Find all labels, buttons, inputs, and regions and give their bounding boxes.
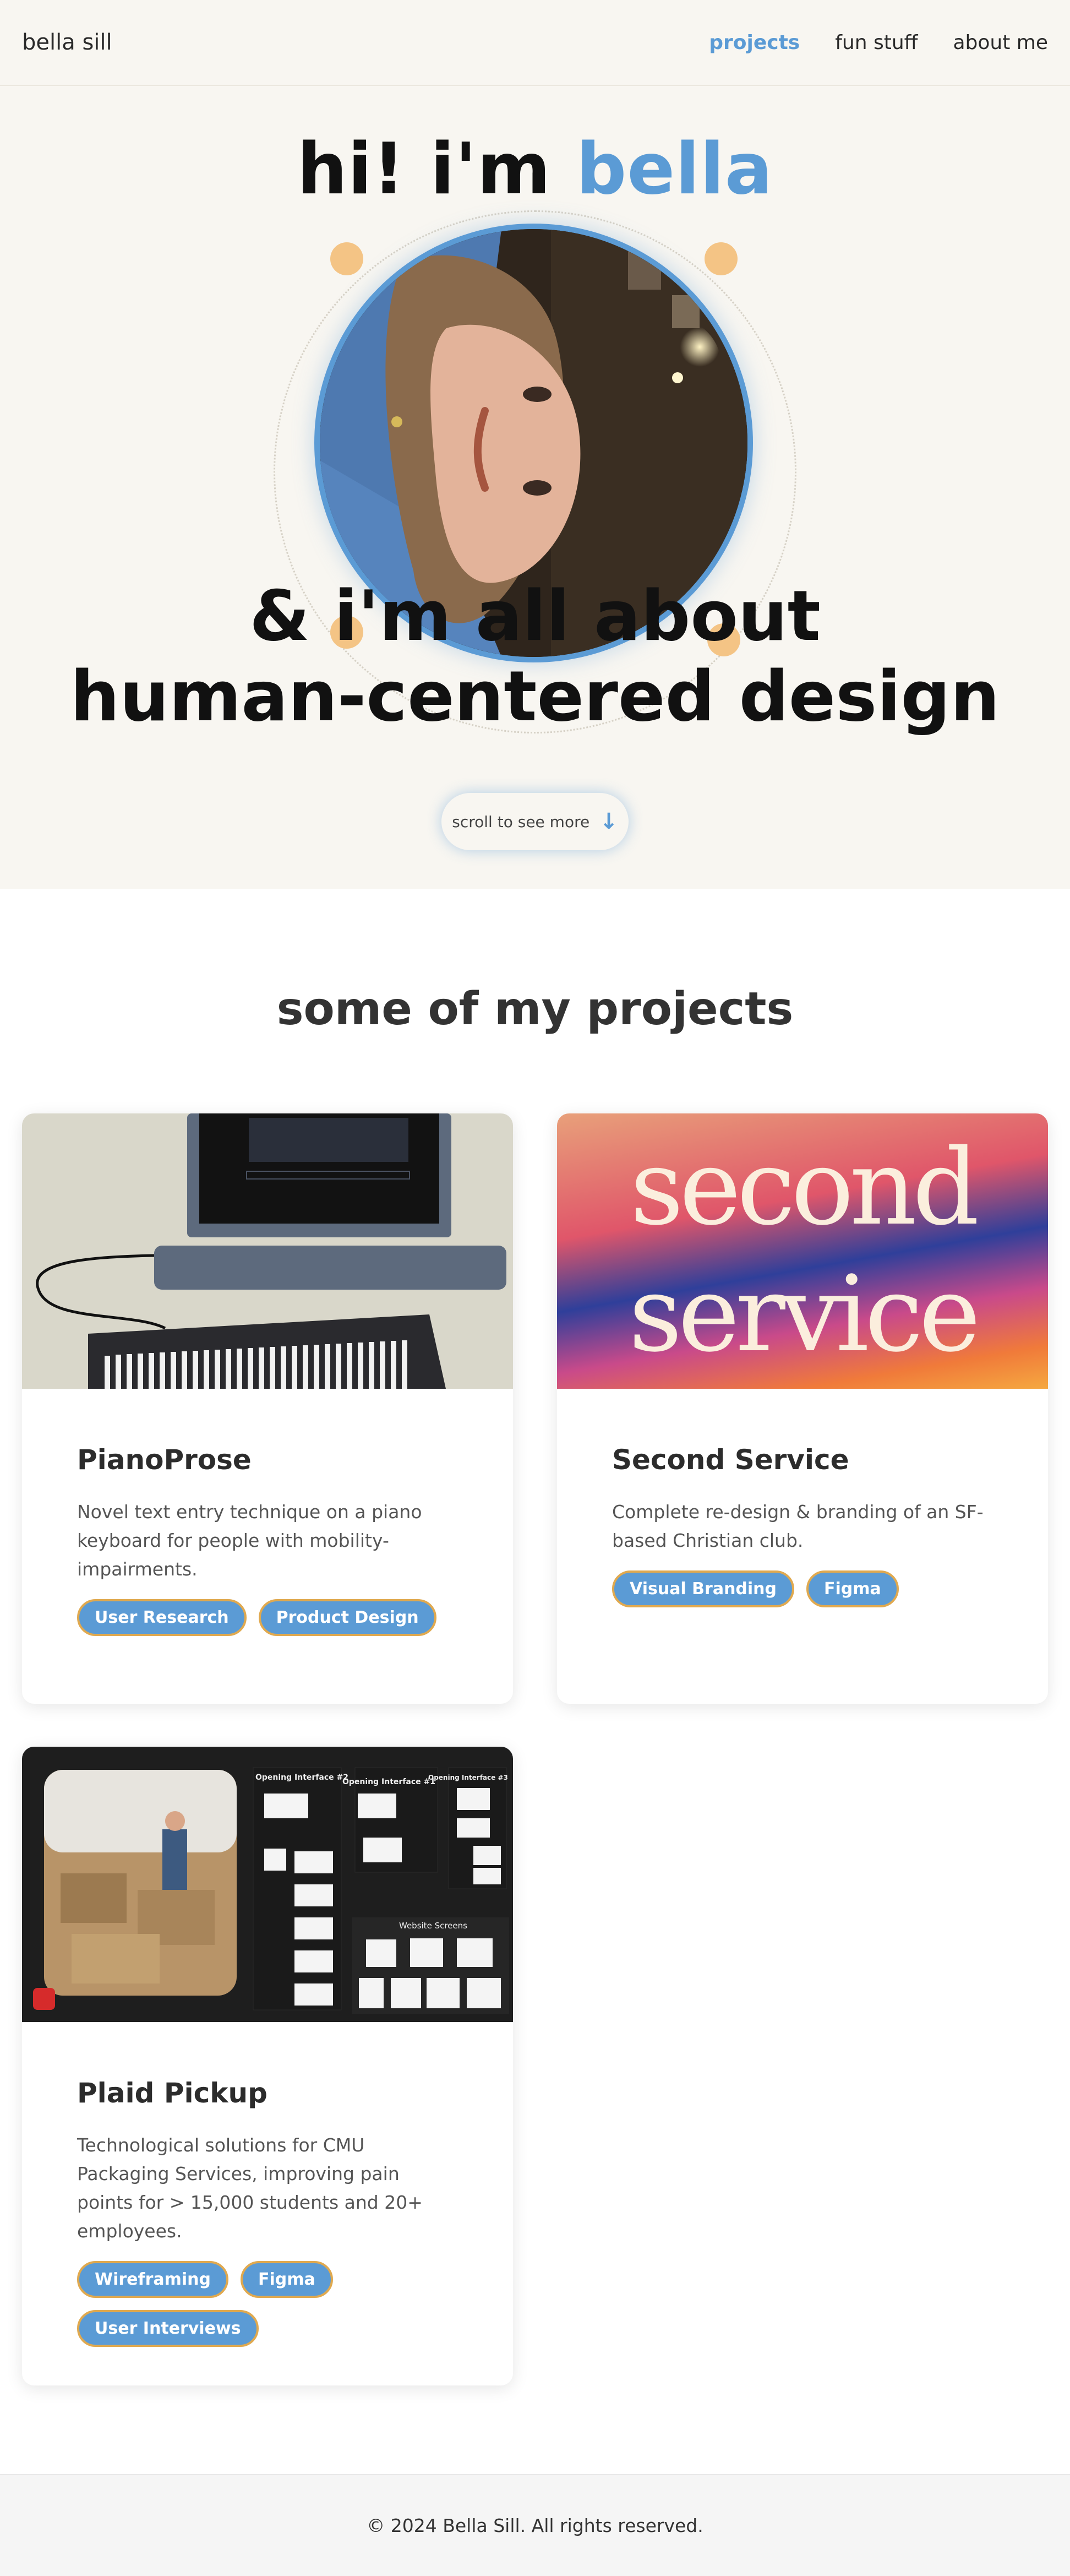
scroll-label: scroll to see more [452, 812, 590, 831]
hero-name: bella [576, 128, 773, 210]
card-body: Plaid Pickup Technological solutions for… [22, 2022, 513, 2347]
top-nav: bella sill projects fun stuff about me [0, 0, 1070, 86]
project-image-second-service: second service [557, 1113, 1048, 1389]
hero-heading: hi! i'm bella [0, 134, 1070, 205]
card-description: Technological solutions for CMU Packagin… [77, 2134, 423, 2242]
tag-badge: Wireframing [77, 2261, 228, 2298]
nav-link-fun-stuff[interactable]: fun stuff [835, 31, 918, 54]
card-description: Complete re-design & branding of an SF-b… [612, 1501, 984, 1551]
second-service-wordmark: second service [629, 1127, 981, 1375]
tag-badge: Product Design [258, 1599, 436, 1636]
decorative-dot [705, 242, 738, 275]
tagline-line-1: & i'm all about [249, 575, 821, 656]
svg-text:Opening Interface #1: Opening Interface #1 [342, 1778, 435, 1786]
arrow-down-icon: ↓ [599, 809, 618, 834]
tag-list: Wireframing Figma User Interviews [77, 2261, 407, 2347]
tag-list: User Research Product Design [77, 1599, 458, 1636]
project-card-second-service[interactable]: second service Second Service Complete r… [557, 1113, 1048, 1704]
card-title: PianoProse [77, 1444, 252, 1476]
decorative-dot [330, 242, 363, 275]
brand-logo[interactable]: bella sill [22, 30, 112, 55]
project-image-pianoprose [22, 1113, 513, 1389]
hero-tagline: & i'm all about human-centered design [0, 576, 1070, 737]
svg-text:Website Screens: Website Screens [399, 1921, 467, 1931]
svg-text:Opening Interface #3: Opening Interface #3 [428, 1774, 508, 1781]
nav-link-projects[interactable]: projects [709, 31, 800, 54]
nav-links: projects fun stuff about me [709, 31, 1048, 54]
card-body: PianoProse Novel text entry technique on… [22, 1389, 513, 1636]
tag-badge: Figma [806, 1570, 899, 1607]
scroll-down-button[interactable]: scroll to see more ↓ [441, 793, 629, 850]
hero-section: hi! i'm bella & i'm all about human-cent… [0, 86, 1070, 889]
tagline-line-2: human-centered design [70, 656, 1000, 737]
copyright-text: © 2024 Bella Sill. All rights reserved. [367, 2515, 703, 2536]
project-card-plaid-pickup[interactable]: Opening Interface #2 Opening Interface #… [22, 1747, 513, 2385]
tag-badge: Figma [240, 2261, 333, 2298]
projects-heading: some of my projects [276, 983, 794, 1035]
card-description: Novel text entry technique on a piano ke… [77, 1501, 422, 1580]
footer: © 2024 Bella Sill. All rights reserved. [0, 2474, 1070, 2576]
card-body: Second Service Complete re-design & bran… [557, 1389, 1048, 1607]
project-image-plaid-pickup: Opening Interface #2 Opening Interface #… [22, 1747, 513, 2022]
tag-list: Visual Branding Figma [612, 1570, 993, 1607]
tag-badge: Visual Branding [612, 1570, 795, 1607]
hero-greeting: hi! i'm [297, 128, 576, 210]
svg-text:Opening Interface #2: Opening Interface #2 [255, 1773, 348, 1782]
nav-link-about-me[interactable]: about me [953, 31, 1048, 54]
tag-badge: User Research [77, 1599, 247, 1636]
project-card-pianoprose[interactable]: PianoProse Novel text entry technique on… [22, 1113, 513, 1704]
card-title: Second Service [612, 1444, 849, 1476]
card-title: Plaid Pickup [77, 2077, 268, 2109]
tag-badge: User Interviews [77, 2310, 259, 2347]
